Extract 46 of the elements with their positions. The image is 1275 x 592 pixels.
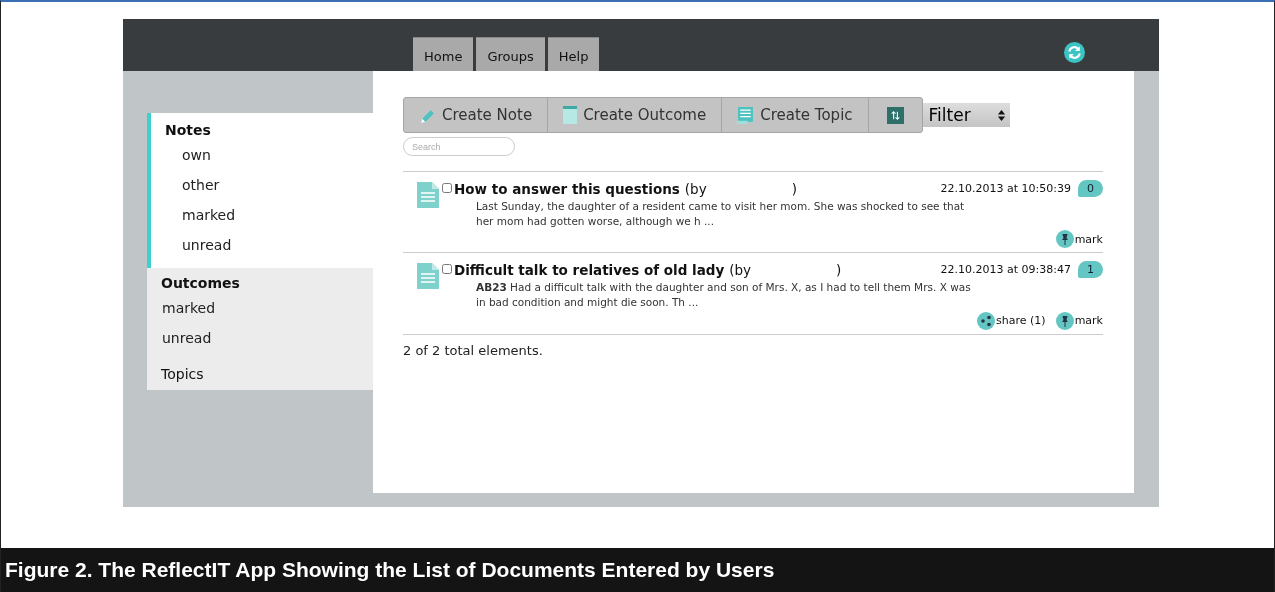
search-field[interactable]: Search [403,137,515,156]
sheet-icon [563,106,578,124]
sort-icon [886,106,904,124]
comment-count-badge[interactable]: 1 [1078,261,1103,279]
pin-icon [1055,230,1074,249]
section-title[interactable]: Outcomes [161,272,373,297]
document-title[interactable]: Difficult talk to relatives of old lady [454,261,725,278]
document-icon [417,263,439,290]
document-date: 22.10.2013 at 10:50:39 [940,182,1071,195]
sidebar-item[interactable]: marked [165,204,373,234]
document-date: 22.10.2013 at 09:38:47 [940,263,1071,277]
section-title[interactable]: Notes [165,119,373,144]
pin-icon [1055,311,1074,330]
section-title[interactable]: Topics [161,363,373,388]
select-checkbox[interactable] [442,183,452,193]
sidebar-item[interactable]: unread [161,327,373,357]
create-button[interactable]: Create Note [404,98,549,132]
sidebar-item[interactable]: marked [161,297,373,327]
element-count: 2 of 2 total elements. [403,342,544,358]
nav-tab[interactable]: Help [547,37,600,71]
sync-icon[interactable] [1064,42,1085,63]
nav-tab[interactable]: Groups [476,37,545,71]
document-icon [417,182,439,208]
spinner-arrows-icon [996,107,1006,123]
sidebar-item[interactable]: unread [165,234,373,264]
create-button[interactable]: Create Outcome [548,98,723,132]
document-excerpt: AB23 Had a difficult talk with the daughter and son of Mrs. X, as I had to tell them Mrs. X was in bad condition and might die soon. Th ... [475,280,972,310]
figure-caption: Figure 2. The ReflectIT App Showing the List of Documents Entered by Users [1,548,1274,592]
comment-count-badge[interactable]: 0 [1078,180,1103,197]
sidebar-item[interactable]: other [165,174,373,204]
nav-tab[interactable]: Home [413,37,474,71]
document-excerpt: Last Sunday, the daughter of a resident came to visit her mom. She was shocked to see that her mom had gotten worse, although we h ... [475,199,966,229]
byline-close: ) [836,261,842,278]
share-button[interactable]: share (1) [977,311,1046,330]
sidebar-item[interactable]: own [165,144,373,174]
mark-button[interactable]: mark [1055,311,1103,330]
create-button[interactable]: Create Topic [722,98,869,132]
mark-button[interactable]: mark [1055,230,1103,249]
share-icon [977,311,996,330]
filter-dropdown[interactable]: Filter [922,103,1010,127]
byline-close: ) [791,180,797,197]
select-checkbox[interactable] [442,264,452,275]
byline-open: (by [684,180,707,197]
document-icon [737,106,755,124]
byline-open: (by [729,261,752,278]
document-title[interactable]: How to answer this questions [454,180,680,197]
